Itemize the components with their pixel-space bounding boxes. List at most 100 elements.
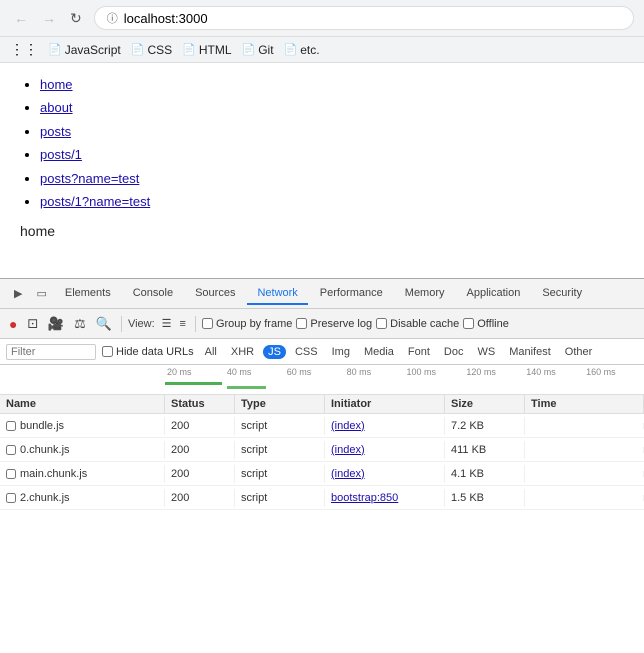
- tab-console[interactable]: Console: [123, 283, 183, 305]
- disable-cache-label: Disable cache: [390, 318, 459, 330]
- bookmark-css[interactable]: 📄 CSS: [131, 43, 172, 57]
- file-name: 2.chunk.js: [20, 492, 70, 504]
- filter-tag-js[interactable]: JS: [263, 345, 286, 359]
- group-by-frame-checkbox[interactable]: [202, 318, 213, 329]
- view-list-button[interactable]: ☰: [159, 315, 175, 332]
- back-button[interactable]: ←: [10, 8, 32, 28]
- bookmark-html[interactable]: 📄 HTML: [182, 43, 231, 57]
- bookmark-javascript[interactable]: 📄 JavaScript: [48, 43, 121, 57]
- row-checkbox[interactable]: [6, 445, 16, 455]
- timeline-bars: [165, 382, 644, 390]
- td-size: 4.1 KB: [445, 465, 525, 483]
- page-content: home about posts posts/1 posts?name=test post…: [0, 63, 644, 278]
- nav-link-posts_1[interactable]: posts/1: [40, 147, 82, 162]
- preserve-log-label: Preserve log: [310, 318, 372, 330]
- bookmark-html-icon: 📄: [182, 43, 196, 56]
- disable-cache-checkbox-item[interactable]: Disable cache: [376, 318, 459, 330]
- td-type: script: [235, 441, 325, 459]
- hide-data-urls-checkbox[interactable]: [102, 346, 113, 357]
- bookmark-etc[interactable]: 📄 etc.: [284, 43, 320, 57]
- row-checkbox[interactable]: [6, 493, 16, 503]
- record-button[interactable]: ●: [6, 314, 20, 334]
- file-name: bundle.js: [20, 420, 64, 432]
- row-checkbox[interactable]: [6, 469, 16, 479]
- tab-sources[interactable]: Sources: [185, 283, 245, 305]
- nav-link-about[interactable]: about: [40, 100, 73, 115]
- tab-memory[interactable]: Memory: [395, 283, 455, 305]
- devtools-panel: ▶ ▭ Elements Console Sources Network Per…: [0, 278, 644, 653]
- view-label: View:: [128, 318, 155, 330]
- hide-data-urls-item[interactable]: Hide data URLs: [102, 346, 194, 358]
- filter-tag-xhr[interactable]: XHR: [226, 345, 259, 359]
- th-name: Name: [0, 395, 165, 413]
- file-name: 0.chunk.js: [20, 444, 70, 456]
- filter-tag-doc[interactable]: Doc: [439, 345, 469, 359]
- view-grid-button[interactable]: ≡: [177, 315, 189, 332]
- td-type: script: [235, 417, 325, 435]
- filter-tag-media[interactable]: Media: [359, 345, 399, 359]
- tab-network[interactable]: Network: [247, 283, 307, 305]
- initiator-link[interactable]: (index): [331, 444, 365, 456]
- tab-performance[interactable]: Performance: [310, 283, 393, 305]
- clear-button[interactable]: ⚀: [24, 315, 40, 333]
- filter-tag-manifest[interactable]: Manifest: [504, 345, 556, 359]
- td-type: script: [235, 489, 325, 507]
- filter-tag-other[interactable]: Other: [560, 345, 598, 359]
- table-row[interactable]: main.chunk.js 200 script (index) 4.1 KB: [0, 462, 644, 486]
- table-row[interactable]: bundle.js 200 script (index) 7.2 KB: [0, 414, 644, 438]
- camera-button[interactable]: 🎥: [45, 314, 67, 334]
- td-initiator: bootstrap:850: [325, 489, 445, 507]
- filter-tag-all[interactable]: All: [200, 345, 222, 359]
- nav-link-posts_1_name_test[interactable]: posts/1?name=test: [40, 194, 150, 209]
- forward-button[interactable]: →: [38, 8, 60, 28]
- initiator-link[interactable]: (index): [331, 420, 365, 432]
- hide-data-urls-label: Hide data URLs: [116, 346, 194, 358]
- tab-security[interactable]: Security: [532, 283, 592, 305]
- td-time: [525, 471, 644, 477]
- timeline-label: 80 ms: [345, 367, 405, 377]
- td-status: 200: [165, 417, 235, 435]
- tab-elements[interactable]: Elements: [55, 283, 121, 305]
- reload-button[interactable]: ↻: [66, 8, 86, 29]
- offline-checkbox-item[interactable]: Offline: [463, 318, 509, 330]
- devtools-tabs: ▶ ▭ Elements Console Sources Network Per…: [0, 279, 644, 309]
- devtools-inspector-icon[interactable]: ▶: [8, 287, 28, 300]
- filter-tag-img[interactable]: Img: [327, 345, 355, 359]
- filter-tag-ws[interactable]: WS: [472, 345, 500, 359]
- initiator-link[interactable]: bootstrap:850: [331, 492, 398, 504]
- devtools-device-icon[interactable]: ▭: [30, 287, 52, 300]
- filter-tag-css[interactable]: CSS: [290, 345, 323, 359]
- address-bar[interactable]: ⓘ localhost:3000: [94, 6, 634, 30]
- group-by-frame-checkbox-item[interactable]: Group by frame: [202, 318, 292, 330]
- bookmark-js-icon: 📄: [48, 43, 62, 56]
- nav-link-home[interactable]: home: [40, 77, 73, 92]
- initiator-link[interactable]: (index): [331, 468, 365, 480]
- timeline-label: 120 ms: [464, 367, 524, 377]
- file-name: main.chunk.js: [20, 468, 87, 480]
- table-row[interactable]: 2.chunk.js 200 script bootstrap:850 1.5 …: [0, 486, 644, 510]
- table-row[interactable]: 0.chunk.js 200 script (index) 411 KB: [0, 438, 644, 462]
- filter-input[interactable]: [6, 344, 96, 360]
- nav-link-posts_name_test[interactable]: posts?name=test: [40, 171, 139, 186]
- bookmarks-bar: ⋮⋮ 📄 JavaScript 📄 CSS 📄 HTML 📄 Git 📄 etc…: [0, 37, 644, 63]
- filter-button[interactable]: ⚖: [71, 314, 89, 334]
- preserve-log-checkbox[interactable]: [296, 318, 307, 329]
- bookmark-git[interactable]: 📄 Git: [242, 43, 274, 57]
- view-icons: ☰ ≡: [159, 315, 189, 332]
- filter-tag-font[interactable]: Font: [403, 345, 435, 359]
- url-text: localhost:3000: [124, 11, 208, 26]
- td-status: 200: [165, 489, 235, 507]
- td-status: 200: [165, 441, 235, 459]
- td-time: [525, 423, 644, 429]
- disable-cache-checkbox[interactable]: [376, 318, 387, 329]
- preserve-log-checkbox-item[interactable]: Preserve log: [296, 318, 372, 330]
- row-checkbox[interactable]: [6, 421, 16, 431]
- bookmark-etc-icon: 📄: [284, 43, 298, 56]
- search-button[interactable]: 🔍: [93, 314, 115, 334]
- bookmark-html-label: HTML: [199, 43, 232, 57]
- page-heading: home: [20, 223, 624, 239]
- offline-checkbox[interactable]: [463, 318, 474, 329]
- nav-link-posts[interactable]: posts: [40, 124, 71, 139]
- toolbar-separator-2: [195, 316, 196, 332]
- tab-application[interactable]: Application: [457, 283, 531, 305]
